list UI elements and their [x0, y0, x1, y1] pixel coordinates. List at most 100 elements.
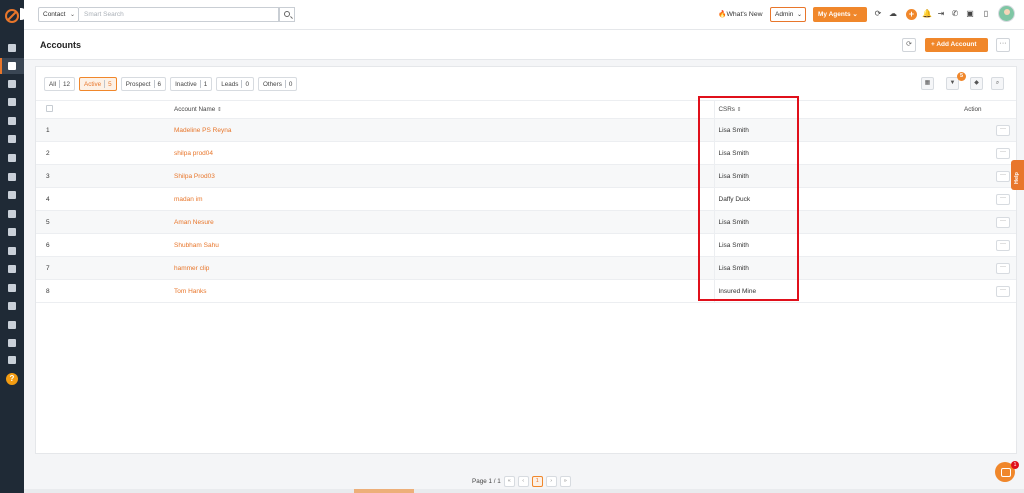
sync-icon[interactable]: ⟳ [873, 9, 883, 19]
csr-cell: Daffy Duck [713, 187, 964, 211]
search-context-select[interactable]: Contact ⌄ [38, 7, 79, 22]
search-context-value: Contact [43, 11, 66, 18]
csr-cell: Lisa Smith [713, 210, 964, 234]
page-title: Accounts [40, 40, 82, 50]
table-search-button[interactable]: ⌕ [991, 77, 1004, 90]
add-account-button[interactable]: + Add Account [925, 38, 988, 52]
account-name-link[interactable]: Madeline PS Reyna [174, 127, 231, 134]
current-page-button[interactable]: 1 [531, 475, 543, 487]
sort-icon[interactable]: ⇕ [737, 107, 742, 113]
documents-icon[interactable] [7, 116, 17, 126]
account-name-link[interactable]: Shubham Sahu [174, 242, 219, 249]
role-select[interactable]: Admin ⌄ [770, 7, 806, 22]
row-number: 6 [36, 233, 174, 257]
sort-icon[interactable]: ⇕ [217, 107, 222, 113]
accounts-panel: All 12 Active 5 Prospect 6 Inactive 1 Leads 0… [35, 66, 1017, 454]
scroll-thumb[interactable] [354, 489, 414, 493]
account-name-link[interactable]: madan im [174, 196, 203, 203]
search-icon [284, 11, 290, 17]
my-agents-button[interactable]: My Agents ⌄ [813, 7, 867, 22]
analytics-icon[interactable] [7, 338, 17, 348]
billing-icon[interactable] [7, 264, 17, 274]
chevron-down-icon: ⌄ [69, 12, 75, 18]
tag-button[interactable]: ◆ [970, 77, 983, 90]
help-tab-label: Help [1014, 172, 1020, 184]
filter-count: 0 [245, 80, 249, 88]
table-row: 5 Aman Nesure Lisa Smith ··· [36, 210, 1016, 234]
filter-label: Leads [221, 80, 239, 88]
account-name-link[interactable]: Tom Hanks [174, 288, 207, 295]
select-all-checkbox[interactable] [46, 105, 53, 112]
row-actions-button[interactable]: ··· [996, 216, 1010, 228]
phone-icon[interactable]: ✆ [950, 9, 960, 19]
app-logo[interactable] [5, 9, 19, 23]
help-icon[interactable]: ? [6, 373, 18, 385]
whats-new-label: What's New [726, 11, 763, 18]
row-actions-button[interactable]: ··· [996, 124, 1010, 136]
account-name-link[interactable]: shilpa prod04 [174, 150, 213, 157]
bottom-scrollbar[interactable] [24, 489, 1024, 493]
notification-bell-icon[interactable]: 🔔 [922, 9, 932, 19]
csr-cell: Lisa Smith [713, 141, 964, 165]
account-name-link[interactable]: Aman Nesure [174, 219, 214, 226]
filter-inactive[interactable]: Inactive 1 [170, 77, 213, 91]
accounts-icon[interactable] [0, 58, 24, 74]
logout-icon[interactable]: ⇥ [936, 9, 946, 19]
refresh-icon: ⟳ [906, 41, 912, 48]
csrs-header[interactable]: CSRs ⇕ [713, 100, 964, 119]
row-actions-button[interactable]: ··· [996, 262, 1010, 274]
funnel-icon[interactable] [7, 153, 17, 163]
folder-icon[interactable] [7, 227, 17, 237]
google-icon[interactable] [7, 246, 17, 256]
megaphone-icon[interactable] [7, 172, 17, 182]
help-tab[interactable]: Help [1011, 160, 1024, 190]
dashboard-icon[interactable] [7, 43, 17, 53]
device-icon[interactable]: ▯ [981, 9, 991, 19]
chip-icon[interactable]: ▣ [965, 9, 975, 19]
settings-icon[interactable] [7, 355, 17, 365]
search-button[interactable] [279, 7, 295, 22]
last-page-button[interactable]: » [559, 475, 571, 487]
csr-cell: Lisa Smith [713, 233, 964, 257]
page-header: Accounts ⟳ + Add Account ··· [24, 30, 1024, 60]
user-avatar[interactable] [998, 5, 1015, 22]
row-actions-button[interactable]: ··· [996, 193, 1010, 205]
filter-count: 6 [157, 80, 162, 88]
quick-add-icon[interactable]: + [906, 9, 917, 20]
integrations-icon[interactable] [7, 320, 17, 330]
account-name-header[interactable]: Account Name ⇕ [174, 100, 714, 119]
filter-leads[interactable]: Leads 0 [216, 77, 254, 91]
row-actions-button[interactable]: ··· [996, 285, 1010, 297]
whats-new-link[interactable]: 🔥What's New [718, 10, 763, 18]
next-page-button[interactable]: › [545, 475, 557, 487]
filter-count-badge: 5 [957, 72, 966, 81]
prev-page-button[interactable]: ‹ [517, 475, 529, 487]
policies-icon[interactable] [7, 79, 17, 89]
filter-prospect[interactable]: Prospect 6 [120, 77, 167, 91]
header-more-button[interactable]: ··· [996, 38, 1010, 52]
grid-view-button[interactable]: ▦ [921, 77, 934, 90]
filter-active[interactable]: Active 5 [79, 77, 117, 91]
calendar-icon[interactable] [7, 283, 17, 293]
chevron-down-icon: ⌄ [796, 12, 802, 18]
csrs-header-label: CSRs [718, 106, 735, 113]
account-name-link[interactable]: Shilpa Prod03 [174, 173, 215, 180]
smart-search-input[interactable]: Smart Search [79, 7, 279, 22]
row-actions-button[interactable]: ··· [996, 239, 1010, 251]
filter-label: All [49, 80, 56, 88]
select-all-cell [36, 100, 174, 119]
notes-icon[interactable] [7, 134, 17, 144]
row-actions-button[interactable]: ··· [996, 170, 1010, 182]
account-name-link[interactable]: hammer clip [174, 265, 209, 272]
row-actions-button[interactable]: ··· [996, 147, 1010, 159]
tasks-icon[interactable] [7, 190, 17, 200]
mail-icon[interactable] [7, 301, 17, 311]
my-agents-label: My Agents [818, 11, 851, 18]
refresh-button[interactable]: ⟳ [902, 38, 916, 52]
first-page-button[interactable]: « [503, 475, 515, 487]
reports-icon[interactable] [7, 209, 17, 219]
filter-others[interactable]: Others 0 [257, 77, 298, 91]
cloud-icon[interactable]: ☁ [888, 9, 898, 19]
carriers-icon[interactable] [7, 97, 17, 107]
filter-all[interactable]: All 12 [44, 77, 76, 91]
